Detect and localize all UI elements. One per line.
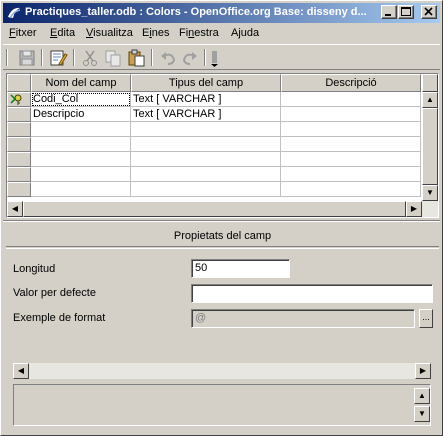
row-header[interactable] <box>7 122 31 137</box>
help-text-area: ▲ ▼ <box>13 384 431 426</box>
maximize-button[interactable] <box>398 5 414 19</box>
field-description-cell[interactable] <box>281 182 421 197</box>
field-type-cell[interactable]: Text [ VARCHAR ] <box>131 92 281 107</box>
grid-vertical-scrollbar[interactable]: ▲ ▼ <box>422 74 438 201</box>
field-type-cell[interactable] <box>131 167 281 182</box>
field-type-cell[interactable]: Text [ VARCHAR ] <box>131 107 281 122</box>
primary-key-icon <box>10 94 22 105</box>
minimize-button[interactable] <box>381 5 397 19</box>
field-type-cell[interactable] <box>131 182 281 197</box>
field-description-cell[interactable] <box>281 122 421 137</box>
cut-icon[interactable] <box>80 48 100 68</box>
field-name-cell[interactable]: Codi_Col <box>31 92 131 107</box>
scroll-up-button[interactable]: ▲ <box>422 92 438 108</box>
toolbar-overflow-icon[interactable] <box>209 48 221 68</box>
format-example-label: Exemple de format <box>13 312 106 324</box>
menu-visualitza[interactable]: Visualitza <box>86 27 133 39</box>
copy-icon[interactable] <box>103 48 123 68</box>
field-description-cell[interactable] <box>281 107 421 122</box>
app-window: Practiques_taller.odb : Colors - OpenOff… <box>0 0 443 436</box>
field-description-cell[interactable] <box>281 137 421 152</box>
window-title: Practiques_taller.odb : Colors - OpenOff… <box>25 6 367 18</box>
menu-bar: Fitxer Edita Visualitza Eines Finestra A… <box>3 25 440 43</box>
toolbar <box>3 44 440 70</box>
menu-finestra[interactable]: Finestra <box>179 27 219 39</box>
menu-fitxer[interactable]: Fitxer <box>9 27 37 39</box>
row-header[interactable] <box>7 152 31 167</box>
paste-icon[interactable] <box>126 48 146 68</box>
toolbar-separator <box>204 49 206 66</box>
field-description-cell[interactable] <box>281 152 421 167</box>
title-bar[interactable]: Practiques_taller.odb : Colors - OpenOff… <box>3 3 440 23</box>
format-example-field: @ <box>191 309 415 328</box>
field-description-cell[interactable] <box>281 92 421 107</box>
scroll-down-button[interactable]: ▼ <box>414 406 430 422</box>
row-header[interactable] <box>7 167 31 182</box>
scroll-right-button[interactable]: ▶ <box>415 363 431 379</box>
field-description-cell[interactable] <box>281 167 421 182</box>
field-name-cell[interactable]: Descripcio <box>31 107 131 122</box>
close-button[interactable] <box>421 5 437 19</box>
divider <box>6 248 439 249</box>
menu-ajuda[interactable]: Ajuda <box>231 27 259 39</box>
undo-icon[interactable] <box>158 48 178 68</box>
toolbar-separator <box>41 49 43 66</box>
toolbar-separator <box>151 49 153 66</box>
column-header-description[interactable]: Descripció <box>281 74 421 92</box>
scroll-thumb[interactable] <box>23 201 406 217</box>
field-name-cell[interactable] <box>31 152 131 167</box>
column-header-field-name[interactable]: Nom del camp <box>31 74 131 92</box>
toolbar-separator <box>73 49 75 66</box>
row-header-primary-key[interactable] <box>7 92 31 107</box>
toolbar-grip <box>6 49 8 66</box>
format-button[interactable]: ... <box>419 309 433 328</box>
field-type-cell[interactable] <box>131 152 281 167</box>
field-name-cell[interactable] <box>31 167 131 182</box>
scroll-right-button[interactable]: ▶ <box>406 201 422 217</box>
scroll-up-button[interactable]: ▲ <box>414 388 430 404</box>
properties-horizontal-scrollbar[interactable]: ◀ ▶ <box>13 363 431 379</box>
grid-horizontal-scrollbar[interactable]: ◀ ▶ <box>7 201 438 217</box>
row-header[interactable] <box>7 107 31 122</box>
save-icon[interactable] <box>17 48 37 68</box>
grid-corner-header <box>7 74 31 92</box>
menu-edita[interactable]: Edita <box>50 27 75 39</box>
scroll-thumb[interactable] <box>422 108 438 185</box>
row-header[interactable] <box>7 137 31 152</box>
scroll-down-button[interactable]: ▼ <box>422 185 438 201</box>
openoffice-base-icon <box>6 5 22 21</box>
length-input[interactable]: 50 <box>191 259 290 278</box>
default-value-label: Valor per defecte <box>13 287 96 299</box>
default-value-input[interactable] <box>191 284 433 303</box>
scroll-left-button[interactable]: ◀ <box>7 201 23 217</box>
length-label: Longitud <box>13 263 56 275</box>
field-name-cell[interactable] <box>31 182 131 197</box>
field-properties-title: Propietats del camp <box>6 225 439 247</box>
edit-icon[interactable] <box>48 48 68 68</box>
field-design-grid: Nom del camp Tipus del camp Descripció C… <box>6 73 439 218</box>
field-type-cell[interactable] <box>131 137 281 152</box>
field-type-cell[interactable] <box>131 122 281 137</box>
menu-eines[interactable]: Eines <box>142 27 170 39</box>
row-header[interactable] <box>7 182 31 197</box>
field-name-cell[interactable] <box>31 122 131 137</box>
redo-icon[interactable] <box>180 48 200 68</box>
pane-splitter[interactable] <box>3 220 440 222</box>
column-header-field-type[interactable]: Tipus del camp <box>131 74 281 92</box>
grid-corner <box>422 74 438 92</box>
field-name-cell[interactable] <box>31 137 131 152</box>
scroll-left-button[interactable]: ◀ <box>13 363 29 379</box>
